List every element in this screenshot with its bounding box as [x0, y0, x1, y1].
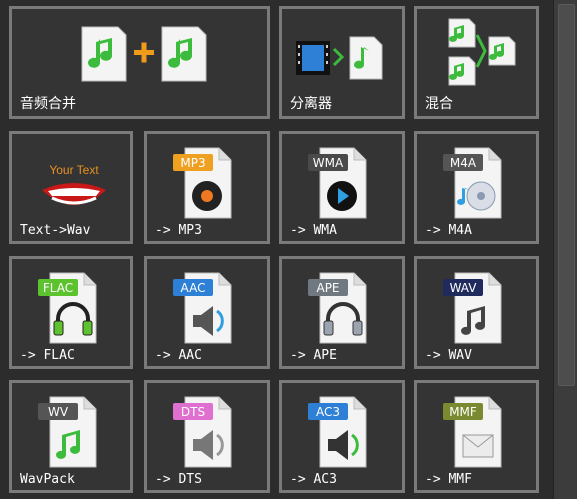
- tile-to-wma-label: -> WMA: [290, 223, 337, 238]
- wav-file-badge: WAV: [450, 281, 478, 295]
- tile-to-ac3[interactable]: AC3 -> AC3: [279, 380, 405, 493]
- talking-mouth-icon: Your Text: [42, 163, 106, 205]
- tile-audio-merge-label: 音频合并: [20, 96, 76, 112]
- tile-to-ac3-label: -> AC3: [290, 472, 337, 487]
- scrollbar-thumb[interactable]: [558, 4, 575, 386]
- mp3-file-badge: MP3: [180, 156, 205, 170]
- mmf-file-badge: MMF: [449, 405, 477, 419]
- wma-file-badge: WMA: [313, 156, 344, 170]
- wv-file-badge: WV: [48, 405, 69, 419]
- tile-to-aac-label: -> AAC: [155, 348, 202, 363]
- tile-to-mmf-label: -> MMF: [425, 472, 472, 487]
- tile-to-wav[interactable]: WAV -> WAV: [414, 256, 539, 369]
- flac-file-badge: FLAC: [43, 281, 73, 295]
- dts-file-icon: DTS: [173, 396, 232, 468]
- dts-file-badge: DTS: [181, 405, 205, 419]
- m4a-file-icon: M4A: [443, 147, 502, 219]
- tile-to-wma[interactable]: WMA -> WMA: [279, 131, 405, 244]
- tile-splitter-label: 分离器: [290, 96, 332, 112]
- audio-merge-icon: [81, 26, 207, 82]
- tile-text-to-wav-label: Text->Wav: [20, 223, 91, 238]
- wma-file-icon: WMA: [308, 147, 367, 219]
- ac3-file-icon: AC3: [308, 396, 367, 468]
- tile-to-ape-label: -> APE: [290, 348, 337, 363]
- ac3-file-badge: AC3: [316, 405, 340, 419]
- aac-file-badge: AAC: [181, 281, 206, 295]
- m4a-file-badge: M4A: [450, 156, 477, 170]
- tile-to-flac-label: -> FLAC: [20, 348, 75, 363]
- tool-grid: 音频合并 分离器 混合 Your Text Text->Wav MP3 -> M…: [0, 0, 553, 499]
- tile-to-mp3-label: -> MP3: [155, 223, 202, 238]
- tile-to-aac[interactable]: AAC -> AAC: [144, 256, 270, 369]
- flac-file-icon: FLAC: [38, 272, 97, 344]
- tile-to-m4a-label: -> M4A: [425, 223, 472, 238]
- tile-to-m4a[interactable]: M4A -> M4A: [414, 131, 539, 244]
- tile-wavpack[interactable]: WV WavPack: [9, 380, 133, 493]
- ape-file-icon: APE: [308, 272, 367, 344]
- tile-splitter[interactable]: 分离器: [279, 6, 405, 119]
- tile-text-to-wav[interactable]: Your Text Text->Wav: [9, 131, 133, 244]
- mix-icon: [448, 18, 516, 86]
- aac-file-icon: AAC: [173, 272, 232, 344]
- tile-mix-label: 混合: [425, 96, 453, 112]
- mp3-file-icon: MP3: [173, 147, 232, 219]
- ape-file-badge: APE: [316, 281, 339, 295]
- tile-mix[interactable]: 混合: [414, 6, 539, 119]
- splitter-icon: [296, 36, 383, 80]
- wv-file-icon: WV: [38, 396, 97, 468]
- tile-to-flac[interactable]: FLAC -> FLAC: [9, 256, 133, 369]
- wav-file-icon: WAV: [443, 272, 502, 344]
- tile-to-dts-label: -> DTS: [155, 472, 202, 487]
- mmf-file-icon: MMF: [443, 396, 502, 468]
- tile-to-dts[interactable]: DTS -> DTS: [144, 380, 270, 493]
- tile-wavpack-label: WavPack: [20, 472, 75, 487]
- tile-audio-merge[interactable]: 音频合并: [9, 6, 270, 119]
- tile-to-ape[interactable]: APE -> APE: [279, 256, 405, 369]
- tile-to-mmf[interactable]: MMF -> MMF: [414, 380, 539, 493]
- tile-to-mp3[interactable]: MP3 -> MP3: [144, 131, 270, 244]
- tile-to-wav-label: -> WAV: [425, 348, 472, 363]
- vertical-scrollbar[interactable]: [553, 0, 577, 499]
- your-text-caption: Your Text: [49, 163, 99, 177]
